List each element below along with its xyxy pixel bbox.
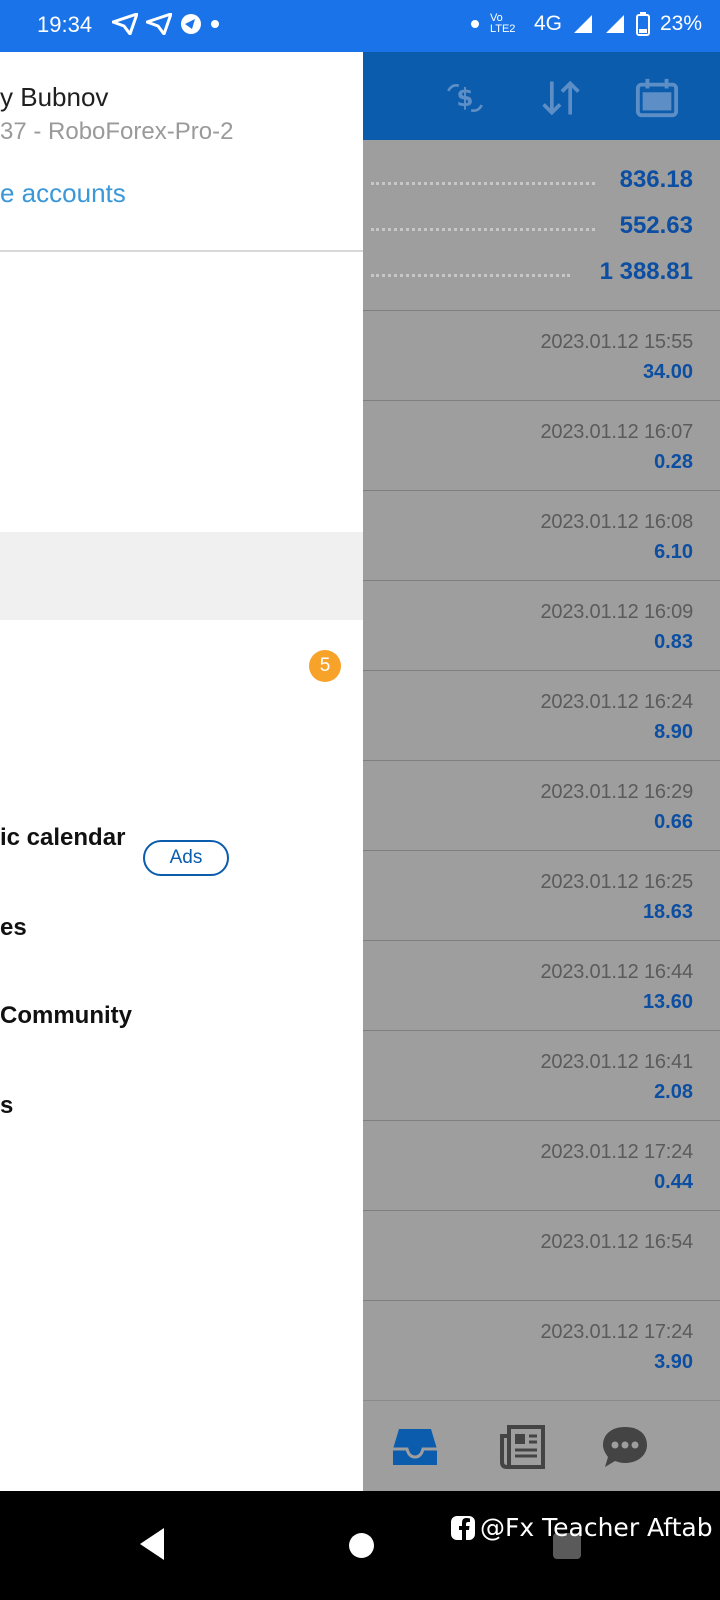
- deal-time: 2023.01.12 16:25: [540, 871, 693, 893]
- summary-row: 1 388.81: [363, 250, 720, 296]
- status-time: 19:34: [37, 12, 93, 37]
- telegram-icon: [112, 13, 138, 35]
- sort-icon[interactable]: [539, 76, 583, 120]
- deal-row[interactable]: 2023.01.12 16:24 8.90: [363, 670, 720, 761]
- menu-item[interactable]: s: [0, 1092, 13, 1120]
- deal-amount: 3.90: [654, 1351, 693, 1373]
- svg-text:$: $: [456, 83, 473, 112]
- deal-time: 2023.01.12 16:41: [540, 1051, 693, 1073]
- home-icon[interactable]: [349, 1533, 374, 1558]
- deal-row[interactable]: 2023.01.12 16:41 2.08: [363, 1030, 720, 1121]
- battery-icon: [635, 12, 650, 36]
- network-type: 4G: [533, 12, 562, 35]
- currency-exchange-icon[interactable]: $: [443, 76, 487, 120]
- account-info: 37 - RoboForex-Pro-2: [0, 118, 234, 145]
- deal-row[interactable]: 2023.01.12 16:29 0.66: [363, 760, 720, 851]
- deal-row[interactable]: 2023.01.12 15:55 34.00: [363, 310, 720, 401]
- dotted-leader: [371, 228, 595, 231]
- menu-item-economic-calendar[interactable]: ic calendar: [0, 824, 125, 852]
- menu-item[interactable]: es: [0, 914, 27, 942]
- deal-row[interactable]: 2023.01.12 17:24 0.44: [363, 1120, 720, 1211]
- battery-percent: 23%: [659, 12, 702, 35]
- deal-amount: 34.00: [642, 361, 693, 383]
- calendar-icon[interactable]: [635, 76, 679, 120]
- chat-icon[interactable]: [595, 1419, 655, 1475]
- inbox-icon[interactable]: [385, 1419, 445, 1475]
- telegram-icon: [146, 13, 172, 35]
- menu-item-community[interactable]: Community: [0, 1002, 132, 1030]
- status-notification-icons: [112, 13, 220, 35]
- divider: [0, 250, 363, 252]
- deal-row[interactable]: 2023.01.12 16:07 0.28: [363, 400, 720, 491]
- summary-value: 552.63: [619, 212, 693, 239]
- user-name: y Bubnov: [0, 82, 109, 112]
- manage-accounts-link[interactable]: e accounts: [0, 178, 126, 209]
- deal-row[interactable]: 2023.01.12 17:24 3.90: [363, 1300, 720, 1391]
- toolbar: $: [363, 52, 720, 140]
- deal-time: 2023.01.12 16:09: [540, 601, 693, 623]
- deal-amount: 0.66: [654, 811, 693, 833]
- deal-amount: 18.63: [642, 901, 693, 923]
- dotted-leader: [371, 182, 595, 185]
- browser-icon: [181, 14, 201, 34]
- signal-icon: [605, 15, 624, 33]
- deal-time: 2023.01.12 17:24: [540, 1321, 693, 1343]
- status-bar: 19:34 Vo LTE2 4G 23%: [0, 0, 720, 52]
- deal-amount: 6.10: [654, 541, 693, 563]
- deal-row[interactable]: 2023.01.12 16:08 6.10: [363, 490, 720, 581]
- deal-amount: 0.83: [654, 631, 693, 653]
- selected-menu-item[interactable]: [0, 532, 363, 620]
- summary-value: 836.18: [619, 166, 693, 193]
- summary-row: 552.63: [363, 204, 720, 250]
- deal-amount: 2.08: [654, 1081, 693, 1103]
- signal-icon: [573, 15, 592, 33]
- bottom-tab-bar: [363, 1400, 720, 1492]
- summary-row: 836.18: [363, 158, 720, 204]
- deal-time: 2023.01.12 16:44: [540, 961, 693, 983]
- deal-time: 2023.01.12 15:55: [540, 331, 693, 353]
- summary-value: 1 388.81: [599, 258, 693, 285]
- deal-row[interactable]: 2023.01.12 16:44 13.60: [363, 940, 720, 1031]
- facebook-icon: [451, 1515, 475, 1540]
- deal-time: 2023.01.12 16:29: [540, 781, 693, 803]
- deal-row[interactable]: 2023.01.12 16:54: [363, 1210, 720, 1301]
- deal-time: 2023.01.12 16:54: [540, 1231, 693, 1253]
- back-icon[interactable]: [136, 1524, 166, 1564]
- deal-row[interactable]: 2023.01.12 16:25 18.63: [363, 850, 720, 941]
- deal-time: 2023.01.12 16:07: [540, 421, 693, 443]
- news-icon[interactable]: [493, 1419, 553, 1475]
- volte-label: Vo LTE2: [489, 12, 516, 35]
- deal-amount: 0.44: [654, 1171, 693, 1193]
- watermark-text: @Fx Teacher Aftab: [480, 1513, 713, 1542]
- ads-badge: Ads: [143, 840, 229, 876]
- dotted-leader: [371, 274, 570, 277]
- watermark: @Fx Teacher Aftab: [450, 1513, 713, 1542]
- deal-amount: 13.60: [642, 991, 693, 1013]
- dot-icon: [211, 20, 219, 28]
- system-nav-bar: @Fx Teacher Aftab: [0, 1491, 720, 1600]
- deal-amount: 8.90: [654, 721, 693, 743]
- notification-badge: 5: [309, 650, 341, 682]
- deal-amount: 0.28: [654, 451, 693, 473]
- deal-time: 2023.01.12 16:08: [540, 511, 693, 533]
- deal-time: 2023.01.12 16:24: [540, 691, 693, 713]
- deal-time: 2023.01.12 17:24: [540, 1141, 693, 1163]
- dot-icon: [470, 20, 479, 28]
- navigation-drawer: y Bubnov 37 - RoboForex-Pro-2 e accounts…: [0, 52, 363, 1491]
- status-right: Vo LTE2 4G 23%: [470, 12, 702, 36]
- deal-row[interactable]: 2023.01.12 16:09 0.83: [363, 580, 720, 671]
